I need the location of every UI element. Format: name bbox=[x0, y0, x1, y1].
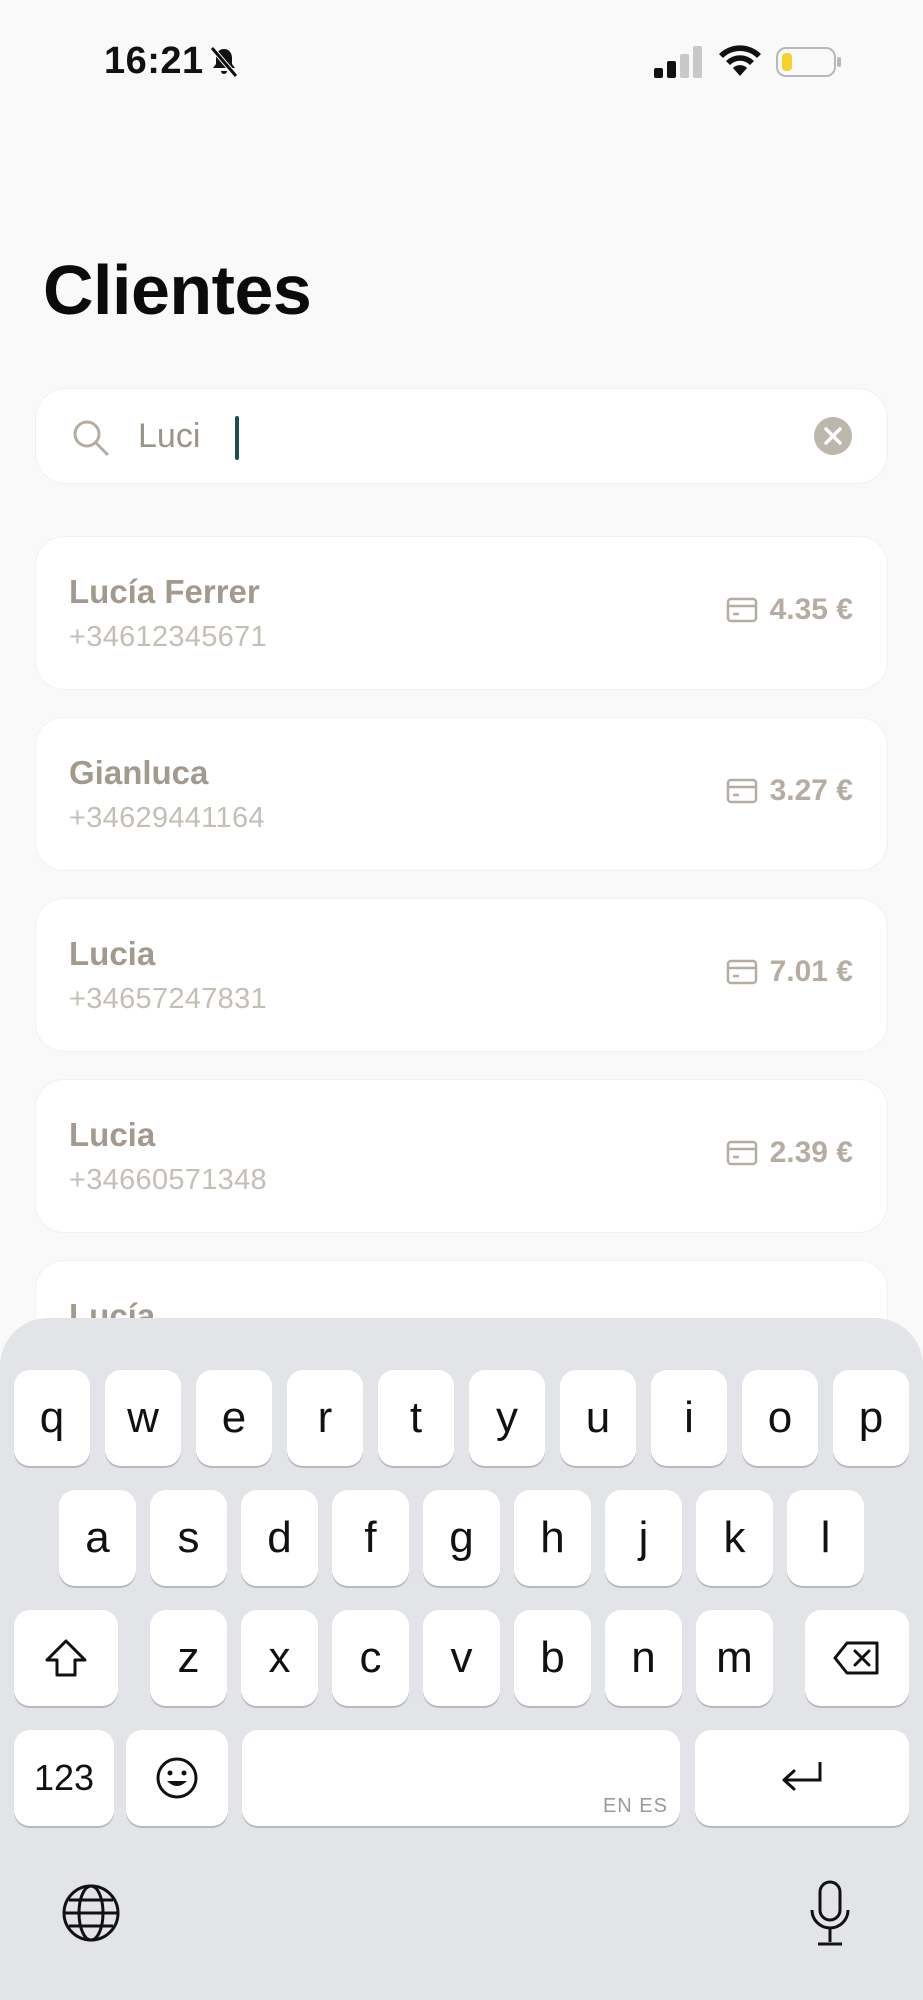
client-name: Lucia bbox=[69, 1116, 156, 1153]
backspace-key[interactable] bbox=[805, 1610, 909, 1706]
key-u[interactable]: u bbox=[560, 1370, 636, 1466]
search-icon bbox=[73, 420, 109, 456]
keyboard: q w e r t y u i o p a s d f g h j k l z … bbox=[0, 1318, 923, 2000]
microphone-icon[interactable] bbox=[808, 1880, 852, 1948]
shift-icon bbox=[45, 1639, 87, 1677]
card-icon bbox=[726, 1140, 757, 1166]
key-y[interactable]: y bbox=[469, 1370, 545, 1466]
return-icon bbox=[782, 1762, 822, 1791]
page-title: Clientes bbox=[43, 251, 312, 329]
key-z[interactable]: z bbox=[150, 1610, 227, 1706]
client-balance: 2.39 € bbox=[726, 1136, 853, 1170]
backspace-icon bbox=[833, 1641, 879, 1675]
key-k[interactable]: k bbox=[696, 1490, 773, 1586]
key-n[interactable]: n bbox=[605, 1610, 682, 1706]
key-w[interactable]: w bbox=[105, 1370, 181, 1466]
client-phone: +34660571348 bbox=[69, 1164, 267, 1196]
key-l[interactable]: l bbox=[787, 1490, 864, 1586]
key-q[interactable]: q bbox=[14, 1370, 90, 1466]
client-balance: 4.35 € bbox=[726, 593, 853, 627]
search-box[interactable] bbox=[36, 389, 887, 483]
balance-amount: 3.27 € bbox=[769, 774, 853, 807]
bell-slash-icon bbox=[210, 46, 238, 78]
key-t[interactable]: t bbox=[378, 1370, 454, 1466]
key-o[interactable]: o bbox=[742, 1370, 818, 1466]
space-key[interactable]: EN ES bbox=[242, 1730, 680, 1826]
client-card[interactable]: Gianluca +34629441164 3.27 € bbox=[36, 718, 887, 870]
key-h[interactable]: h bbox=[514, 1490, 591, 1586]
numbers-key[interactable]: 123 bbox=[14, 1730, 114, 1826]
balance-amount: 2.39 € bbox=[769, 1136, 853, 1169]
key-s[interactable]: s bbox=[150, 1490, 227, 1586]
client-phone: +34612345671 bbox=[69, 621, 267, 653]
status-bar: 16:21 bbox=[0, 0, 923, 120]
card-icon bbox=[726, 778, 757, 804]
key-j[interactable]: j bbox=[605, 1490, 682, 1586]
search-input[interactable] bbox=[138, 409, 738, 463]
client-name: Lucia bbox=[69, 935, 156, 972]
key-x[interactable]: x bbox=[241, 1610, 318, 1706]
client-card[interactable]: Lucia +34660571348 2.39 € bbox=[36, 1080, 887, 1232]
key-i[interactable]: i bbox=[651, 1370, 727, 1466]
key-a[interactable]: a bbox=[59, 1490, 136, 1586]
card-icon bbox=[726, 597, 757, 623]
client-balance: 3.27 € bbox=[726, 774, 853, 808]
key-m[interactable]: m bbox=[696, 1610, 773, 1706]
key-r[interactable]: r bbox=[287, 1370, 363, 1466]
client-name: Lucía Ferrer bbox=[69, 573, 260, 610]
client-balance: 7.01 € bbox=[726, 955, 853, 989]
signal-icon bbox=[654, 46, 702, 78]
key-g[interactable]: g bbox=[423, 1490, 500, 1586]
key-b[interactable]: b bbox=[514, 1610, 591, 1706]
client-phone: +34657247831 bbox=[69, 983, 267, 1015]
key-v[interactable]: v bbox=[423, 1610, 500, 1706]
battery-icon bbox=[776, 47, 841, 77]
return-key[interactable] bbox=[695, 1730, 909, 1826]
client-name: Gianluca bbox=[69, 754, 209, 791]
wifi-icon bbox=[719, 45, 761, 76]
key-c[interactable]: c bbox=[332, 1610, 409, 1706]
client-card[interactable]: Lucia +34657247831 7.01 € bbox=[36, 899, 887, 1051]
status-time: 16:21 bbox=[104, 40, 204, 82]
emoji-icon bbox=[156, 1757, 198, 1799]
client-phone: +34629441164 bbox=[69, 802, 265, 834]
clear-icon[interactable] bbox=[814, 417, 852, 455]
emoji-key[interactable] bbox=[126, 1730, 228, 1826]
balance-amount: 7.01 € bbox=[769, 955, 853, 988]
text-caret bbox=[235, 416, 239, 460]
key-d[interactable]: d bbox=[241, 1490, 318, 1586]
client-card[interactable]: Lucía Ferrer +34612345671 4.35 € bbox=[36, 537, 887, 689]
shift-key[interactable] bbox=[14, 1610, 118, 1706]
key-p[interactable]: p bbox=[833, 1370, 909, 1466]
key-e[interactable]: e bbox=[196, 1370, 272, 1466]
card-icon bbox=[726, 959, 757, 985]
globe-icon[interactable] bbox=[60, 1882, 122, 1944]
balance-amount: 4.35 € bbox=[769, 593, 853, 626]
language-hint: EN ES bbox=[602, 1795, 668, 1817]
key-f[interactable]: f bbox=[332, 1490, 409, 1586]
